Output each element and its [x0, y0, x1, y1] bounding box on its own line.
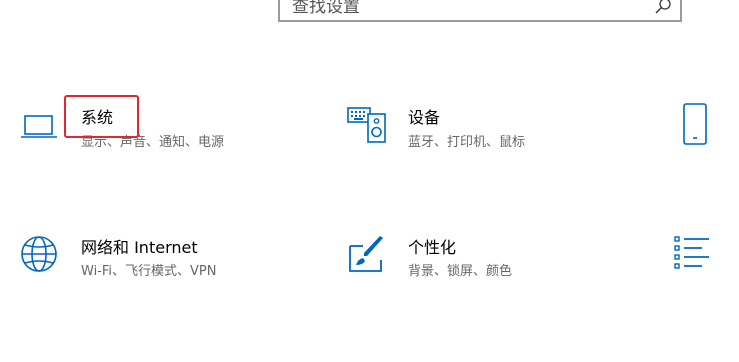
- tile-devices[interactable]: 设备 蓝牙、打印机、鼠标: [347, 100, 607, 160]
- laptop-icon: [21, 115, 57, 138]
- phone-icon: [683, 103, 707, 145]
- search-icon[interactable]: [654, 0, 672, 15]
- tile-title: 个性化: [408, 238, 457, 257]
- keyboard-speaker-icon: [347, 107, 386, 143]
- highlight-box: [64, 95, 139, 138]
- search-box[interactable]: [278, 0, 682, 22]
- tile-subtitle: 背景、锁屏、颜色: [408, 264, 513, 279]
- search-input[interactable]: [292, 0, 632, 20]
- tile-apps[interactable]: [672, 230, 739, 290]
- tile-title: 设备: [408, 108, 441, 127]
- globe-icon: [21, 236, 57, 272]
- tile-phone[interactable]: [680, 100, 739, 160]
- tile-network[interactable]: 网络和 Internet Wi-Fi、飞行模式、VPN: [20, 230, 300, 290]
- tile-subtitle: Wi-Fi、飞行模式、VPN: [81, 264, 217, 279]
- tile-subtitle: 蓝牙、打印机、鼠标: [408, 135, 526, 150]
- apps-list-icon: [674, 236, 709, 269]
- tile-title: 网络和 Internet: [81, 238, 198, 257]
- tile-system[interactable]: 系统 显示、声音、通知、电源: [20, 100, 280, 160]
- paintbrush-icon: [349, 236, 383, 272]
- tile-personalization[interactable]: 个性化 背景、锁屏、颜色: [347, 230, 607, 290]
